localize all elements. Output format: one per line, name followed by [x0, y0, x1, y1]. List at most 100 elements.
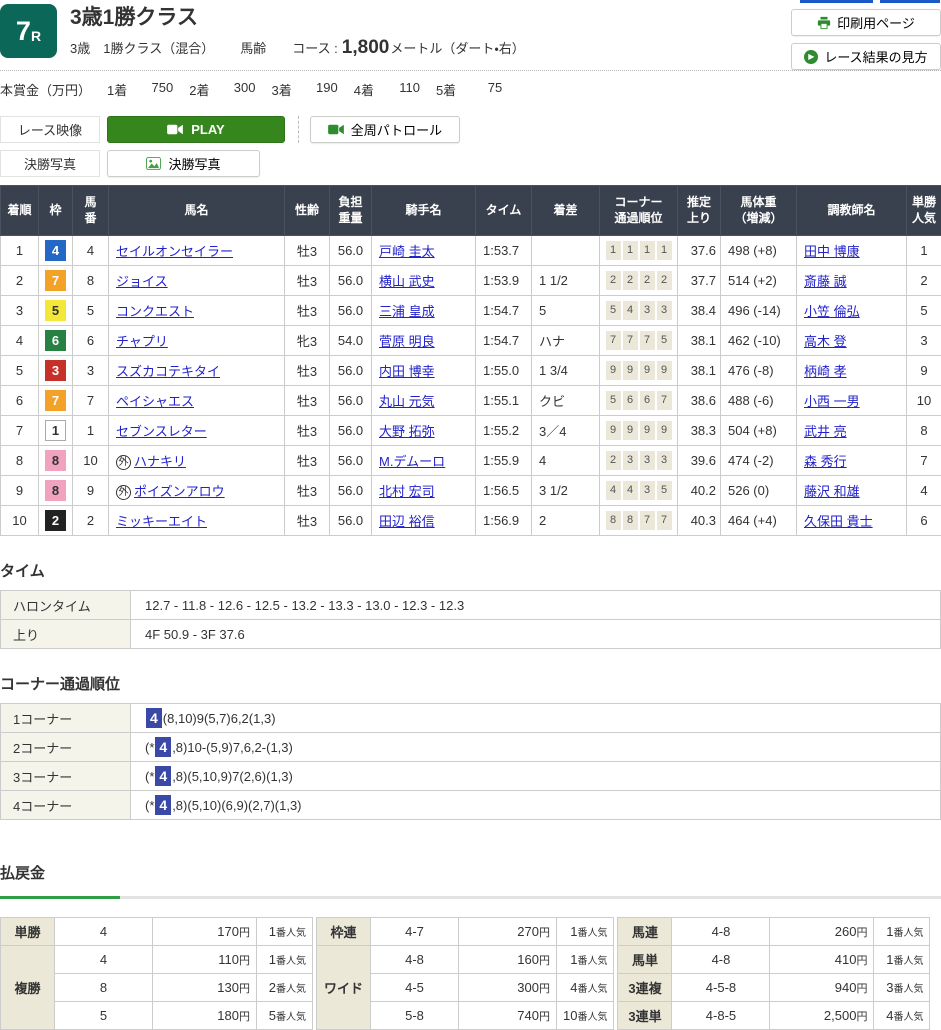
jockey-cell: 大野 拓弥: [372, 416, 476, 446]
trainer-link[interactable]: 高木 登: [804, 334, 847, 349]
payout-combo: 4-8: [672, 918, 770, 946]
horse-link[interactable]: ジョイス: [116, 274, 168, 289]
horse-link[interactable]: ハナキリ: [134, 454, 186, 469]
horse-link[interactable]: ポイズンアロウ: [134, 484, 225, 499]
horse-name-cell: 外ポイズンアロウ: [109, 476, 285, 506]
corner-order-cell: 2333: [600, 446, 678, 476]
prize-place: 4着: [354, 80, 374, 99]
corner-order-cell: 5433: [600, 296, 678, 326]
furlong-time-label: ハロンタイム: [1, 591, 131, 620]
corner-order-cell: 7775: [600, 326, 678, 356]
patrol-video-button[interactable]: 全周パトロール: [310, 116, 460, 143]
margin-cell: 5: [532, 296, 600, 326]
rank-cell: 4: [1, 326, 39, 356]
waku-cell: 4: [39, 236, 73, 266]
corner-order-pre: (*: [145, 740, 154, 755]
payout-popularity: 1番人気: [557, 946, 614, 974]
table-row: 3コーナー (*4,8)(5,10,9)7(2,6)(1,3): [1, 762, 941, 791]
horse-link[interactable]: セブンスレター: [116, 424, 207, 439]
trainer-link[interactable]: 久保田 貴士: [804, 514, 873, 529]
corner-pos: 1: [657, 241, 672, 260]
corner3-label: 3コーナー: [1, 762, 131, 791]
time-cell: 1:56.5: [476, 476, 532, 506]
jockey-link[interactable]: 大野 拓弥: [379, 424, 435, 439]
jockey-link[interactable]: 内田 博幸: [379, 364, 435, 379]
trainer-link[interactable]: 斎藤 誠: [804, 274, 847, 289]
jockey-cell: 横山 武史: [372, 266, 476, 296]
rank-cell: 7: [1, 416, 39, 446]
trainer-link[interactable]: 田中 博康: [804, 244, 860, 259]
play-button[interactable]: PLAY: [107, 116, 285, 143]
waku-badge: 2: [45, 510, 66, 531]
horse-weight-cell: 514 (+2): [721, 266, 797, 296]
payout-combo: 4: [55, 946, 153, 974]
trainer-link[interactable]: 武井 亮: [804, 424, 847, 439]
top-link-bar-1[interactable]: [800, 0, 873, 3]
payout-combo: 4-5-8: [672, 974, 770, 1002]
prize-money-row: 本賞金（万円） 1着750 2着300 3着190 4着110 5着75: [0, 70, 941, 107]
waku-badge: 7: [45, 390, 66, 411]
payout-type-label: 枠連: [317, 918, 371, 946]
print-page-label: 印刷用ページ: [837, 13, 915, 32]
time-cell: 1:53.9: [476, 266, 532, 296]
finish-photo-row: 決勝写真 決勝写真: [0, 150, 941, 177]
col-header-horse-weight: 馬体重（増減）: [721, 186, 797, 236]
jockey-link[interactable]: M.デムーロ: [379, 454, 445, 469]
horse-name-cell: ジョイス: [109, 266, 285, 296]
trainer-link[interactable]: 小西 一男: [804, 394, 860, 409]
horse-weight-cell: 496 (-14): [721, 296, 797, 326]
trainer-link[interactable]: 森 秀行: [804, 454, 847, 469]
waku-cell: 8: [39, 476, 73, 506]
corner-pos: 9: [606, 421, 621, 440]
trainer-link[interactable]: 藤沢 和雄: [804, 484, 860, 499]
leader-highlight: 4: [155, 795, 171, 815]
last3f-cell: 38.6: [678, 386, 721, 416]
margin-cell: 3 1/2: [532, 476, 600, 506]
trainer-link[interactable]: 柄崎 孝: [804, 364, 847, 379]
jockey-link[interactable]: 三浦 皇成: [379, 304, 435, 319]
weight-cell: 56.0: [330, 356, 372, 386]
print-page-button[interactable]: 印刷用ページ: [791, 9, 941, 36]
jockey-link[interactable]: 田辺 裕信: [379, 514, 435, 529]
corner-order-rest: (8,10)9(5,7)6,2(1,3): [163, 711, 276, 726]
top-link-bar-2[interactable]: [880, 0, 940, 3]
race-video-label: レース映像: [0, 116, 100, 143]
waku-badge: 8: [45, 450, 66, 471]
foreign-mark: 外: [116, 455, 131, 470]
trainer-cell: 斎藤 誠: [797, 266, 907, 296]
popularity-cell: 5: [907, 296, 941, 326]
time-table: ハロンタイム 12.7 - 11.8 - 12.6 - 12.5 - 13.2 …: [0, 590, 941, 649]
horse-link[interactable]: ペイシャエス: [116, 394, 194, 409]
finish-photo-button[interactable]: 決勝写真: [107, 150, 260, 177]
jockey-link[interactable]: 菅原 明良: [379, 334, 435, 349]
result-guide-label: レース結果の見方: [824, 47, 927, 66]
payout-title: 払戻金: [0, 862, 941, 883]
corner-order-cell: 2222: [600, 266, 678, 296]
horse-link[interactable]: セイルオンセイラー: [116, 244, 233, 259]
time-cell: 1:56.9: [476, 506, 532, 536]
margin-cell: 1 3/4: [532, 356, 600, 386]
jockey-cell: 北村 宏司: [372, 476, 476, 506]
horse-link[interactable]: コンクエスト: [116, 304, 194, 319]
corner-pos: 7: [640, 331, 655, 350]
rank-cell: 9: [1, 476, 39, 506]
corner1-label: 1コーナー: [1, 704, 131, 733]
jockey-link[interactable]: 北村 宏司: [379, 484, 435, 499]
horse-link[interactable]: チャプリ: [116, 334, 168, 349]
jockey-link[interactable]: 戸崎 圭太: [379, 244, 435, 259]
jockey-link[interactable]: 丸山 元気: [379, 394, 435, 409]
last3f-cell: 40.3: [678, 506, 721, 536]
result-guide-button[interactable]: ▶ レース結果の見方: [791, 43, 941, 70]
trainer-link[interactable]: 小笠 倫弘: [804, 304, 860, 319]
sex-age-cell: 牡3: [285, 236, 330, 266]
payout-amount: 740円: [459, 1002, 557, 1030]
corner-pos: 2: [606, 451, 621, 470]
margin-cell: 4: [532, 446, 600, 476]
corner-pos: 4: [623, 481, 638, 500]
horse-link[interactable]: スズカコテキタイ: [116, 364, 220, 379]
jockey-link[interactable]: 横山 武史: [379, 274, 435, 289]
horse-link[interactable]: ミッキーエイト: [116, 514, 207, 529]
payout-popularity: 4番人気: [557, 974, 614, 1002]
prize-amount: 190: [292, 80, 338, 99]
waku-badge: 3: [45, 360, 66, 381]
